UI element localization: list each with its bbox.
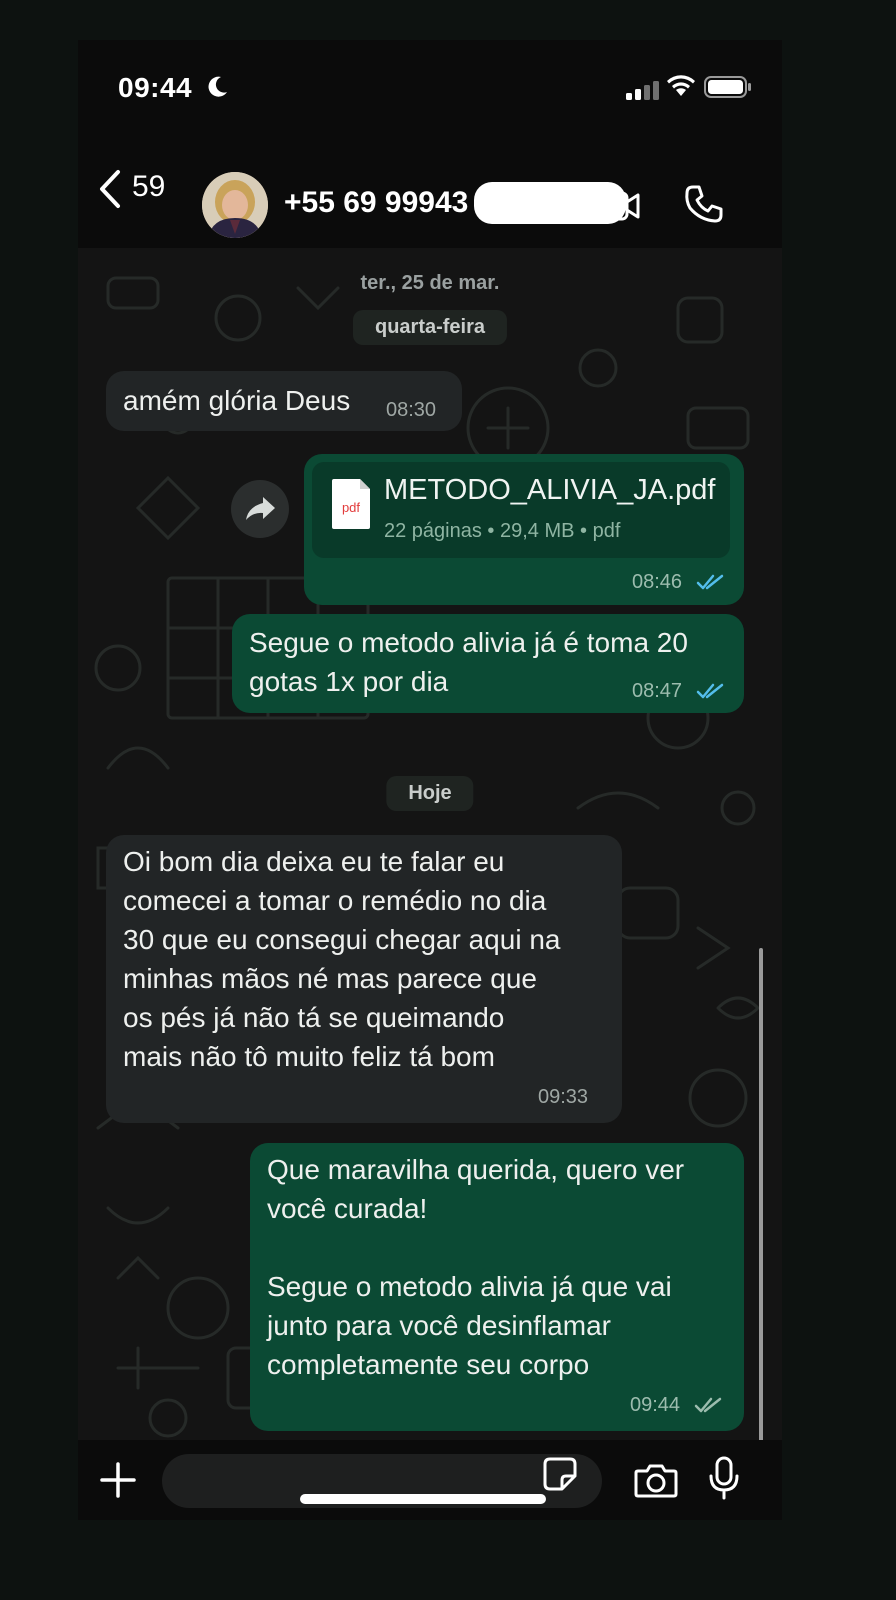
video-call-icon[interactable]	[593, 190, 641, 222]
outgoing-document-message[interactable]: pdf METODO_ALIVIA_JA.pdf 22 páginas • 29…	[304, 454, 744, 605]
status-bar: 09:44	[78, 40, 782, 130]
message-time: 09:33	[538, 1086, 589, 1108]
scroll-indicator[interactable]	[759, 948, 763, 1440]
home-indicator[interactable]	[300, 1494, 546, 1504]
forward-button[interactable]	[231, 480, 289, 538]
date-separator-today: Hoje	[386, 776, 474, 811]
delivered-ticks-icon	[694, 1397, 722, 1413]
moon-icon	[208, 76, 227, 97]
microphone-icon[interactable]	[708, 1456, 740, 1500]
message-time: 08:30	[386, 399, 437, 421]
message-text: Segue o metodo alivia já é toma 20 gotas…	[249, 627, 688, 697]
date-separator-wednesday: quarta-feira	[352, 310, 508, 345]
back-chevron-icon[interactable]	[92, 166, 132, 212]
document-name: METODO_ALIVIA_JA.pdf	[384, 474, 716, 506]
signal-icon	[626, 81, 659, 100]
sticker-icon[interactable]	[542, 1456, 578, 1492]
contact-name[interactable]: +55 69 99943	[284, 186, 468, 220]
phone-screen: 09:44 59 +55 69 99943 ter., 25 de mar. q…	[78, 40, 782, 1520]
outgoing-message[interactable]: Que maravilha querida, quero ver você cu…	[250, 1143, 744, 1431]
camera-icon[interactable]	[634, 1462, 678, 1498]
incoming-message[interactable]: Oi bom dia deixa eu te falar eu comecei …	[106, 835, 622, 1123]
forward-icon	[246, 497, 275, 520]
pdf-file-icon: pdf	[332, 479, 370, 529]
message-text: Oi bom dia deixa eu te falar eu comecei …	[123, 846, 561, 1072]
contact-avatar[interactable]	[202, 172, 268, 238]
message-time: 08:46	[632, 571, 683, 593]
message-time: 08:47	[632, 680, 683, 702]
status-time: 09:44	[118, 72, 193, 103]
document-meta: 22 páginas • 29,4 MB • pdf	[384, 520, 621, 542]
wifi-icon	[667, 75, 695, 96]
phone-call-icon[interactable]	[684, 184, 724, 224]
outgoing-message[interactable]: Segue o metodo alivia já é toma 20 gotas…	[232, 614, 744, 713]
pdf-icon-label: pdf	[342, 500, 360, 515]
battery-icon	[704, 76, 751, 98]
date-separator-faded: ter., 25 de mar.	[360, 272, 500, 294]
unread-count[interactable]: 59	[132, 170, 165, 204]
message-time: 09:44	[630, 1394, 681, 1416]
chat-area[interactable]: ter., 25 de mar. quarta-feira amém glóri…	[78, 248, 782, 1440]
message-composer	[78, 1440, 782, 1520]
message-text: amém glória Deus	[123, 385, 351, 416]
message-text: Que maravilha querida, quero ver você cu…	[267, 1154, 685, 1380]
read-ticks-icon	[696, 574, 724, 590]
read-ticks-icon	[696, 683, 724, 699]
plus-icon[interactable]	[100, 1462, 136, 1498]
document-card[interactable]: pdf METODO_ALIVIA_JA.pdf 22 páginas • 29…	[312, 462, 730, 558]
incoming-message[interactable]: amém glória Deus 08:30	[106, 371, 462, 431]
chat-header: 59 +55 69 99943	[78, 130, 782, 248]
